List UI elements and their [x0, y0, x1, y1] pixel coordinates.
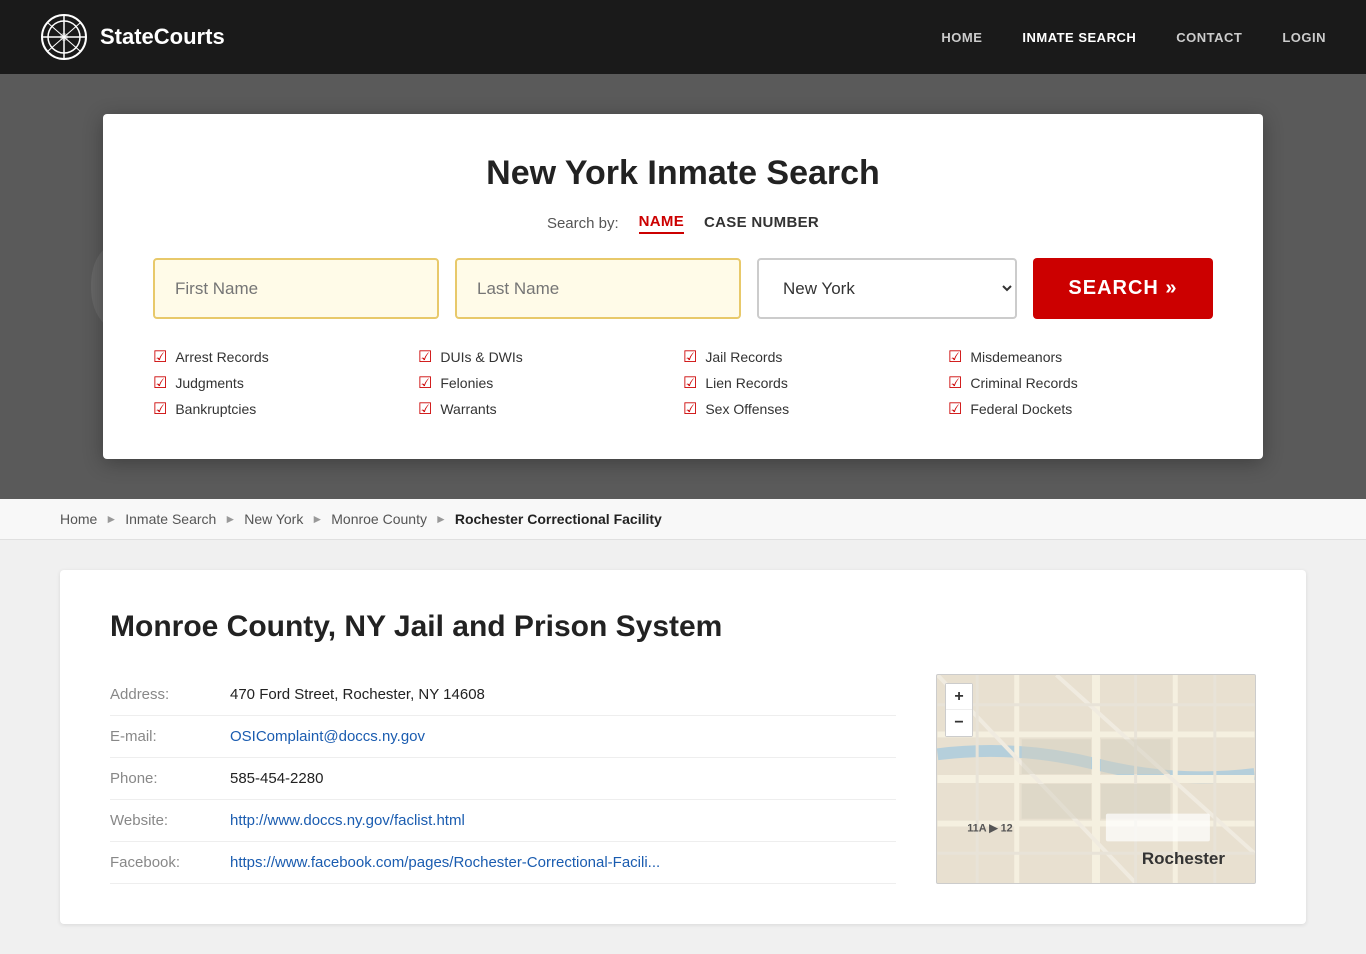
check-label: Judgments [175, 375, 243, 391]
check-sex-offenses: ☑ Sex Offenses [683, 399, 948, 419]
search-inputs-row: New York SEARCH » [153, 258, 1213, 319]
map-section: 11A ▶ 12 + − Rochester [936, 674, 1256, 884]
check-icon: ☑ [418, 399, 432, 419]
check-lien-records: ☑ Lien Records [683, 373, 948, 393]
website-label: Website: [110, 812, 230, 829]
website-link[interactable]: http://www.doccs.ny.gov/faclist.html [230, 812, 465, 829]
phone-row: Phone: 585-454-2280 [110, 758, 896, 800]
check-icon: ☑ [153, 399, 167, 419]
check-label: Warrants [440, 401, 496, 417]
check-icon: ☑ [683, 399, 697, 419]
check-label: Jail Records [705, 349, 782, 365]
breadcrumb-sep-3: ► [311, 512, 323, 526]
hero-section: COURTHOUSE New York Inmate Search Search… [0, 74, 1366, 499]
svg-text:11A ▶ 12: 11A ▶ 12 [967, 822, 1012, 834]
map-controls: + − [945, 683, 973, 737]
content-title: Monroe County, NY Jail and Prison System [110, 610, 1256, 644]
first-name-input[interactable] [153, 258, 439, 319]
check-label: Arrest Records [175, 349, 268, 365]
check-bankruptcies: ☑ Bankruptcies [153, 399, 418, 419]
breadcrumb-inmate-search[interactable]: Inmate Search [125, 511, 216, 527]
nav-home[interactable]: HOME [941, 30, 982, 45]
check-icon: ☑ [948, 399, 962, 419]
check-label: Felonies [440, 375, 493, 391]
check-felonies: ☑ Felonies [418, 373, 683, 393]
site-header: StateCourts HOME INMATE SEARCH CONTACT L… [0, 0, 1366, 74]
nav-login[interactable]: LOGIN [1282, 30, 1326, 45]
check-warrants: ☑ Warrants [418, 399, 683, 419]
map-zoom-in[interactable]: + [946, 684, 972, 710]
email-link[interactable]: OSIComplaint@doccs.ny.gov [230, 728, 425, 745]
breadcrumb-sep-2: ► [224, 512, 236, 526]
check-label: Bankruptcies [175, 401, 256, 417]
email-label: E-mail: [110, 728, 230, 745]
check-icon: ☑ [683, 347, 697, 367]
phone-value: 585-454-2280 [230, 770, 896, 787]
map-city-label: Rochester [1142, 849, 1225, 869]
breadcrumb-current: Rochester Correctional Facility [455, 511, 662, 527]
website-row: Website: http://www.doccs.ny.gov/faclist… [110, 800, 896, 842]
address-row: Address: 470 Ford Street, Rochester, NY … [110, 674, 896, 716]
check-criminal-records: ☑ Criminal Records [948, 373, 1213, 393]
facebook-value: https://www.facebook.com/pages/Rochester… [230, 854, 896, 871]
search-by-row: Search by: NAME CASE NUMBER [153, 213, 1213, 234]
lower-section: Address: 470 Ford Street, Rochester, NY … [110, 674, 1256, 884]
check-label: Federal Dockets [970, 401, 1072, 417]
check-label: Lien Records [705, 375, 788, 391]
breadcrumb-monroe-county[interactable]: Monroe County [331, 511, 427, 527]
state-select[interactable]: New York [757, 258, 1017, 319]
main-content: Monroe County, NY Jail and Prison System… [0, 540, 1366, 954]
nav-inmate-search[interactable]: INMATE SEARCH [1022, 30, 1136, 45]
check-duis: ☑ DUIs & DWIs [418, 347, 683, 367]
check-label: Misdemeanors [970, 349, 1062, 365]
address-label: Address: [110, 686, 230, 703]
nav-contact[interactable]: CONTACT [1176, 30, 1242, 45]
logo-icon [40, 13, 88, 61]
check-judgments: ☑ Judgments [153, 373, 418, 393]
map-zoom-out[interactable]: − [946, 710, 972, 736]
last-name-input[interactable] [455, 258, 741, 319]
search-button[interactable]: SEARCH » [1033, 258, 1213, 319]
breadcrumb: Home ► Inmate Search ► New York ► Monroe… [0, 499, 1366, 540]
email-row: E-mail: OSIComplaint@doccs.ny.gov [110, 716, 896, 758]
address-value: 470 Ford Street, Rochester, NY 14608 [230, 686, 896, 703]
check-federal-dockets: ☑ Federal Dockets [948, 399, 1213, 419]
check-icon: ☑ [418, 347, 432, 367]
search-card: New York Inmate Search Search by: NAME C… [103, 114, 1263, 459]
checks-grid: ☑ Arrest Records ☑ DUIs & DWIs ☑ Jail Re… [153, 347, 1213, 419]
check-arrest-records: ☑ Arrest Records [153, 347, 418, 367]
info-section: Address: 470 Ford Street, Rochester, NY … [110, 674, 896, 884]
map-container: 11A ▶ 12 + − Rochester [936, 674, 1256, 884]
check-icon: ☑ [948, 373, 962, 393]
check-label: Criminal Records [970, 375, 1077, 391]
check-icon: ☑ [153, 373, 167, 393]
email-value: OSIComplaint@doccs.ny.gov [230, 728, 896, 745]
logo-text: StateCourts [100, 24, 225, 50]
check-icon: ☑ [418, 373, 432, 393]
tab-name[interactable]: NAME [639, 213, 684, 234]
phone-label: Phone: [110, 770, 230, 787]
main-nav: HOME INMATE SEARCH CONTACT LOGIN [941, 30, 1326, 45]
search-title: New York Inmate Search [153, 154, 1213, 193]
website-value: http://www.doccs.ny.gov/faclist.html [230, 812, 896, 829]
logo-area[interactable]: StateCourts [40, 13, 225, 61]
check-label: DUIs & DWIs [440, 349, 522, 365]
facebook-link[interactable]: https://www.facebook.com/pages/Rochester… [230, 854, 660, 871]
check-misdemeanors: ☑ Misdemeanors [948, 347, 1213, 367]
content-card: Monroe County, NY Jail and Prison System… [60, 570, 1306, 924]
tab-case-number[interactable]: CASE NUMBER [704, 214, 819, 233]
breadcrumb-home[interactable]: Home [60, 511, 97, 527]
breadcrumb-new-york[interactable]: New York [244, 511, 303, 527]
check-label: Sex Offenses [705, 401, 789, 417]
search-by-label: Search by: [547, 215, 619, 232]
breadcrumb-sep-1: ► [105, 512, 117, 526]
check-icon: ☑ [948, 347, 962, 367]
breadcrumb-sep-4: ► [435, 512, 447, 526]
facebook-label: Facebook: [110, 854, 230, 871]
check-jail-records: ☑ Jail Records [683, 347, 948, 367]
check-icon: ☑ [683, 373, 697, 393]
facebook-row: Facebook: https://www.facebook.com/pages… [110, 842, 896, 884]
check-icon: ☑ [153, 347, 167, 367]
